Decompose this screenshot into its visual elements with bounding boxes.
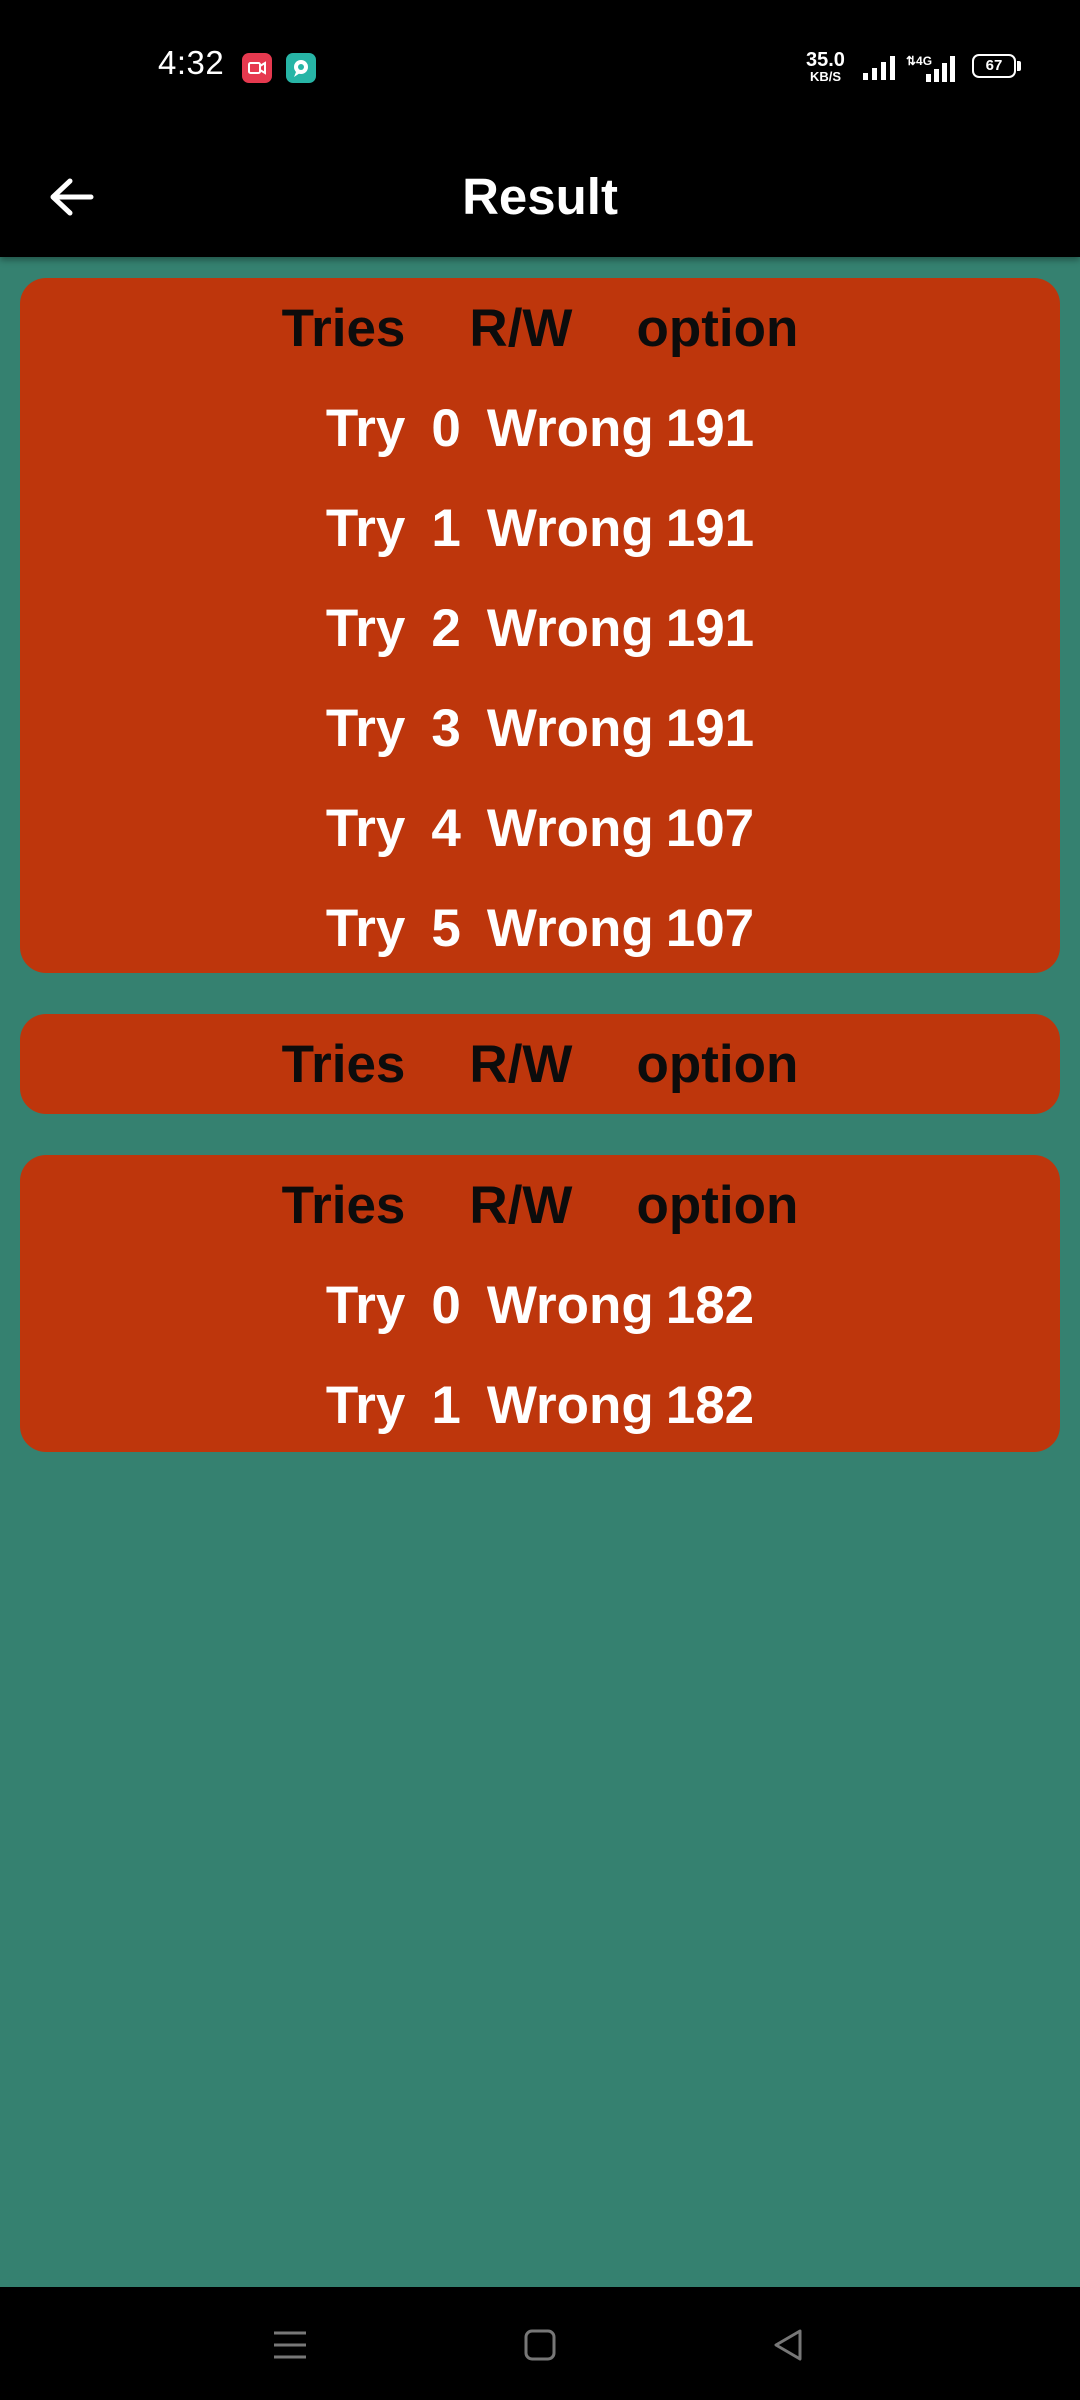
home-button[interactable]	[512, 2317, 568, 2373]
back-triangle-icon	[774, 2329, 802, 2361]
app-bar: Result	[0, 135, 1080, 257]
option-value: 182	[665, 1275, 755, 1335]
try-label: Try	[325, 598, 406, 658]
rw-value: Wrong	[486, 1375, 654, 1435]
header-row: Tries R/W option	[20, 1014, 1060, 1114]
result-card: Tries R/W option Try 0 Wrong 182 Try 1 W…	[20, 1155, 1060, 1452]
header-option: option	[636, 1034, 799, 1094]
status-time: 4:32	[158, 44, 225, 81]
header-row: Tries R/W option	[20, 278, 1060, 378]
rw-value: Wrong	[486, 898, 654, 958]
header-option: option	[636, 298, 799, 358]
result-row: Try 5 Wrong 107	[20, 878, 1060, 978]
result-row: Try 1 Wrong 182	[20, 1355, 1060, 1455]
system-nav-bar	[0, 2287, 1080, 2400]
battery-icon: 67	[972, 54, 1016, 78]
try-label: Try	[325, 698, 406, 758]
header-row: Tries R/W option	[20, 1155, 1060, 1255]
menu-button[interactable]	[262, 2317, 318, 2373]
rw-value: Wrong	[486, 698, 654, 758]
option-value: 191	[665, 598, 755, 658]
result-row: Try 0 Wrong 191	[20, 378, 1060, 478]
result-row: Try 2 Wrong 191	[20, 578, 1060, 678]
header-option: option	[636, 1175, 799, 1235]
try-index: 1	[431, 1375, 461, 1435]
svg-text:⇅4G: ⇅4G	[906, 54, 932, 68]
4g-signal-icon: ⇅4G	[906, 54, 960, 87]
option-value: 191	[665, 698, 755, 758]
header-tries: Tries	[281, 1175, 406, 1235]
option-value: 191	[665, 498, 755, 558]
rw-value: Wrong	[486, 598, 654, 658]
result-card: Tries R/W option	[20, 1014, 1060, 1114]
header-rw: R/W	[469, 1175, 573, 1235]
option-value: 182	[665, 1375, 755, 1435]
chat-icon	[286, 53, 316, 83]
result-row: Try 0 Wrong 182	[20, 1255, 1060, 1355]
header-rw: R/W	[469, 1034, 573, 1094]
network-speed-value: 35.0	[806, 49, 845, 71]
back-button[interactable]	[34, 159, 110, 235]
result-row: Try 4 Wrong 107	[20, 778, 1060, 878]
rw-value: Wrong	[486, 798, 654, 858]
back-nav-button[interactable]	[760, 2317, 816, 2373]
result-row: Try 1 Wrong 191	[20, 478, 1060, 578]
try-label: Try	[325, 1275, 406, 1335]
menu-icon	[274, 2331, 306, 2359]
signal-icon	[862, 54, 898, 85]
result-row: Try 3 Wrong 191	[20, 678, 1060, 778]
network-speed-unit: KB/S	[809, 69, 841, 84]
try-label: Try	[325, 898, 406, 958]
arrow-left-icon	[50, 178, 94, 216]
network-speed: 35.0 KB/S	[806, 50, 845, 83]
header-rw: R/W	[469, 298, 573, 358]
header-tries: Tries	[281, 298, 406, 358]
screen-record-icon	[242, 53, 272, 83]
result-card: Tries R/W option Try 0 Wrong 191 Try 1 W…	[20, 278, 1060, 973]
try-label: Try	[325, 798, 406, 858]
rw-value: Wrong	[486, 1275, 654, 1335]
try-index: 2	[431, 598, 461, 658]
try-label: Try	[325, 1375, 406, 1435]
status-bar: 4:32 35.0 KB/S ⇅4G 67	[0, 0, 1080, 135]
try-label: Try	[325, 498, 406, 558]
option-value: 191	[665, 398, 755, 458]
try-label: Try	[325, 398, 406, 458]
try-index: 1	[431, 498, 461, 558]
rw-value: Wrong	[486, 398, 654, 458]
try-index: 0	[431, 1275, 461, 1335]
header-tries: Tries	[281, 1034, 406, 1094]
try-index: 0	[431, 398, 461, 458]
home-icon	[524, 2329, 556, 2361]
page-title: Result	[462, 168, 618, 225]
rw-value: Wrong	[486, 498, 654, 558]
option-value: 107	[665, 798, 755, 858]
try-index: 4	[431, 798, 461, 858]
try-index: 5	[431, 898, 461, 958]
battery-tip	[1017, 61, 1021, 71]
option-value: 107	[665, 898, 755, 958]
try-index: 3	[431, 698, 461, 758]
